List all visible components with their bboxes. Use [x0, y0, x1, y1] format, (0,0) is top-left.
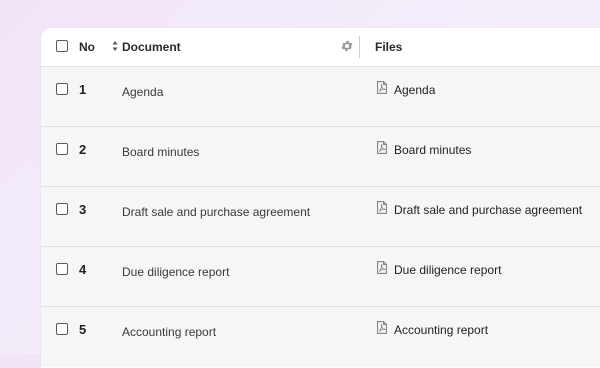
row-checkbox[interactable] — [56, 263, 68, 275]
document-name: Draft sale and purchase agreement — [122, 205, 311, 219]
document-name: Accounting report — [122, 325, 217, 339]
header-files[interactable]: Files — [375, 40, 402, 54]
row-checkbox[interactable] — [56, 83, 68, 95]
row-checkbox[interactable] — [56, 143, 68, 155]
sort-icon[interactable] — [112, 40, 118, 52]
pdf-file-icon — [377, 81, 387, 94]
row-number: 4 — [79, 262, 87, 277]
document-name: Board minutes — [122, 145, 200, 159]
column-resize-handle[interactable] — [359, 36, 360, 58]
table-row[interactable]: 4 Due diligence report Due diligence rep… — [41, 246, 600, 307]
document-name: Agenda — [122, 85, 164, 99]
pdf-file-icon — [377, 201, 387, 214]
file-link[interactable]: Board minutes — [394, 143, 471, 157]
file-link[interactable]: Agenda — [394, 83, 435, 97]
table-row[interactable]: 1 Agenda Agenda — [41, 66, 600, 127]
row-checkbox[interactable] — [56, 203, 68, 215]
table-row[interactable]: 3 Draft sale and purchase agreement Draf… — [41, 186, 600, 247]
pdf-file-icon — [377, 141, 387, 154]
gear-icon[interactable] — [340, 39, 354, 53]
header-no[interactable]: No — [79, 40, 95, 54]
table-row[interactable]: 2 Board minutes Board minutes — [41, 126, 600, 187]
table-row[interactable]: 5 Accounting report Accounting report — [41, 306, 600, 367]
documents-table: No Document Files 1 Agenda Agenda 2 Boar… — [41, 28, 600, 368]
header-document[interactable]: Document — [122, 40, 181, 54]
pdf-file-icon — [377, 261, 387, 274]
row-number: 3 — [79, 202, 87, 217]
row-number: 5 — [79, 322, 87, 337]
row-checkbox[interactable] — [56, 323, 68, 335]
document-name: Due diligence report — [122, 265, 230, 279]
select-all-checkbox[interactable] — [56, 40, 68, 52]
row-number: 1 — [79, 82, 87, 97]
pdf-file-icon — [377, 321, 387, 334]
file-link[interactable]: Accounting report — [394, 323, 488, 337]
row-number: 2 — [79, 142, 87, 157]
file-link[interactable]: Draft sale and purchase agreement — [394, 203, 582, 217]
file-link[interactable]: Due diligence report — [394, 263, 501, 277]
table-header: No Document Files — [41, 28, 600, 66]
